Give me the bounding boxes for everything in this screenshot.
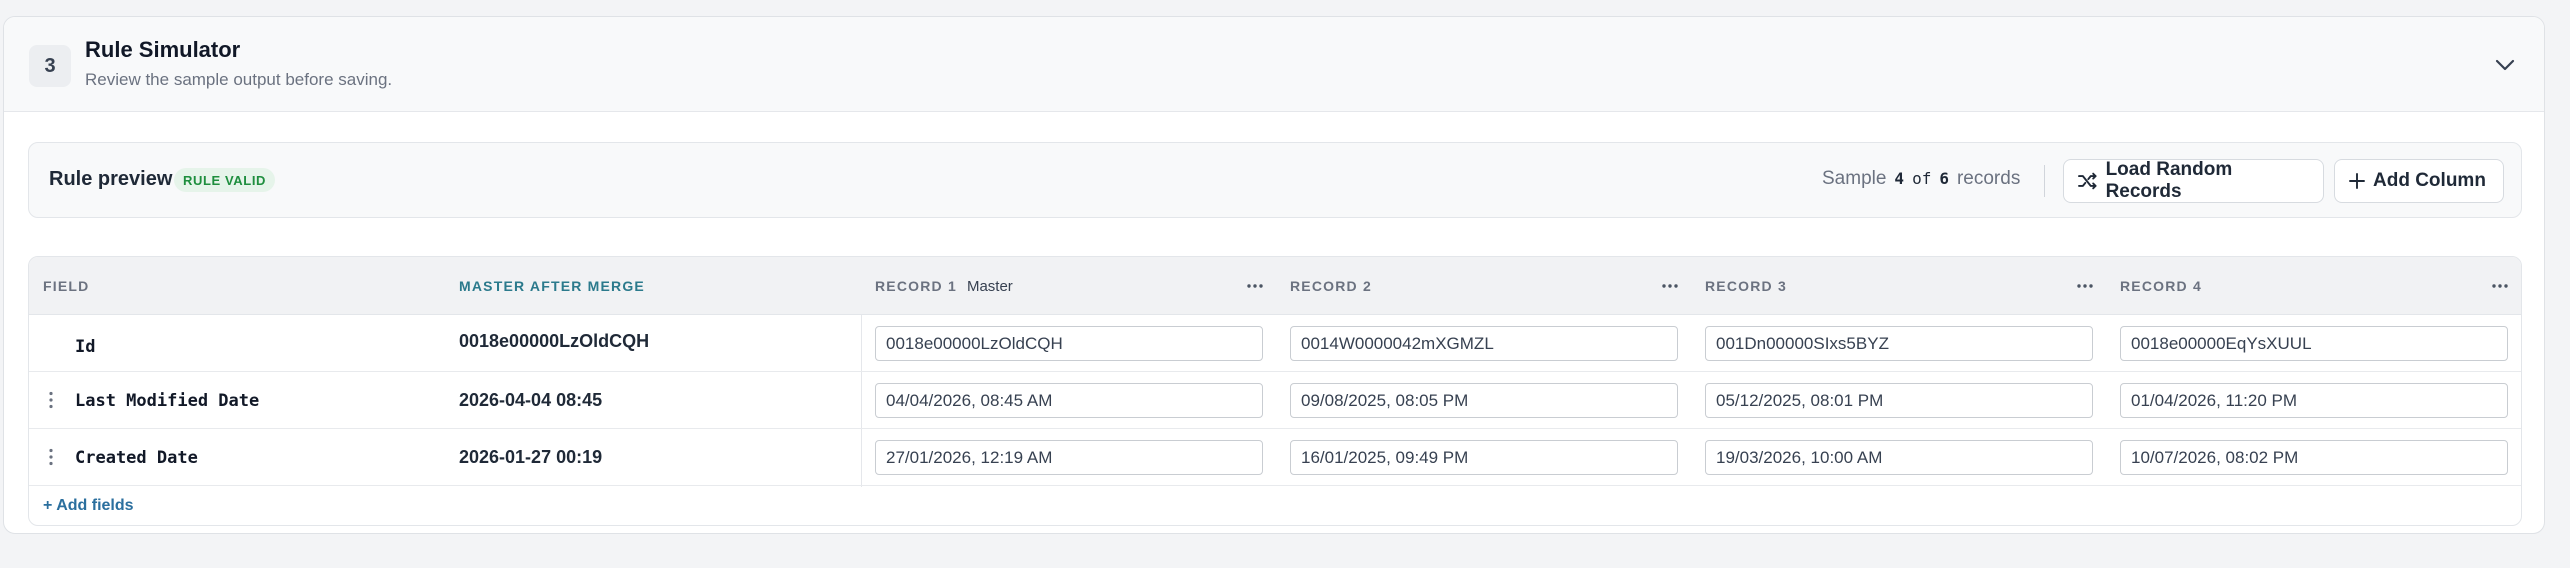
master-merge-value: 2026-01-27 00:19 <box>459 447 603 467</box>
section-title: Rule Simulator <box>85 37 241 62</box>
header-master-after-merge: MASTER AFTER MERGE <box>459 278 645 294</box>
record-1-value-input[interactable] <box>875 383 1263 418</box>
record-4-value-input[interactable] <box>2120 383 2508 418</box>
header-record-1: RECORD 1 Master <box>875 257 1013 315</box>
more-horizontal-icon <box>2492 284 2508 288</box>
plus-icon <box>2349 173 2365 189</box>
sample-current: 4 <box>1894 169 1905 188</box>
load-random-records-button[interactable]: Load Random Records <box>2063 159 2324 203</box>
field-name: Id <box>75 336 96 357</box>
add-fields-link[interactable]: + Add fields <box>43 497 134 515</box>
header-record-1-label: RECORD 1 <box>875 278 957 294</box>
record-3-value-input[interactable] <box>1705 440 2093 475</box>
record-2-value-input[interactable] <box>1290 326 1678 361</box>
record-1-value-input[interactable] <box>875 440 1263 475</box>
drag-vertical-icon <box>49 391 53 409</box>
record-2-menu-button[interactable] <box>1655 271 1685 301</box>
load-random-records-label: Load Random Records <box>2105 159 2233 202</box>
record-4-value-input[interactable] <box>2120 326 2508 361</box>
record-3-menu-button[interactable] <box>2070 271 2100 301</box>
rule-preview-title: Rule preview <box>49 168 173 190</box>
section-subtitle: Review the sample output before saving. <box>85 70 393 89</box>
shuffle-icon <box>2078 172 2097 190</box>
collapse-section-button[interactable] <box>2488 48 2522 82</box>
record-2-value-input[interactable] <box>1290 440 1678 475</box>
sample-prefix: Sample <box>1822 168 1887 189</box>
header-field: FIELD <box>43 278 90 294</box>
record-2-value-input[interactable] <box>1290 383 1678 418</box>
record-4-menu-button[interactable] <box>2485 271 2515 301</box>
table-row: Id 0018e00000LzOldCQH <box>29 315 2521 372</box>
record-3-value-input[interactable] <box>1705 326 2093 361</box>
rule-preview-bar: Rule preview RULE VALID Sample 4 of 6 re… <box>28 142 2522 218</box>
field-name: Created Date <box>75 447 198 468</box>
sample-suffix: records <box>1956 168 2021 189</box>
master-merge-value: 0018e00000LzOldCQH <box>459 331 650 351</box>
toolbar-divider <box>2044 165 2045 197</box>
sample-total: 6 <box>1939 169 1949 188</box>
field-name: Last Modified Date <box>75 390 260 411</box>
table-header: FIELD MASTER AFTER MERGE RECORD 1 Master… <box>29 257 2521 315</box>
sample-of: of <box>1912 169 1932 188</box>
record-3-value-input[interactable] <box>1705 383 2093 418</box>
master-merge-value: 2026-04-04 08:45 <box>459 390 603 410</box>
table-row: Last Modified Date 2026-04-04 08:45 <box>29 372 2521 429</box>
add-column-label: Add Column <box>2373 170 2486 191</box>
drag-vertical-icon <box>49 448 53 466</box>
row-drag-handle[interactable] <box>43 388 59 412</box>
chevron-down-icon <box>2495 59 2515 71</box>
table-row: Created Date 2026-01-27 00:19 <box>29 429 2521 486</box>
record-1-value-input[interactable] <box>875 326 1263 361</box>
more-horizontal-icon <box>1247 284 1263 288</box>
sample-counter: Sample 4 of 6 records <box>1822 168 2020 190</box>
record-4-value-input[interactable] <box>2120 440 2508 475</box>
step-number-badge: 3 <box>29 45 71 87</box>
rule-simulator-panel: 3 Rule Simulator Review the sample outpu… <box>3 16 2545 534</box>
header-record-4: RECORD 4 <box>2120 278 2202 294</box>
row-drag-handle[interactable] <box>43 445 59 469</box>
add-column-button[interactable]: Add Column <box>2334 159 2504 203</box>
header-record-3: RECORD 3 <box>1705 278 1787 294</box>
master-tag: Master <box>966 277 1013 295</box>
record-1-menu-button[interactable] <box>1240 271 1270 301</box>
rule-valid-badge: RULE VALID <box>174 168 276 192</box>
more-horizontal-icon <box>2077 284 2093 288</box>
header-record-2: RECORD 2 <box>1290 278 1372 294</box>
section-header: 3 Rule Simulator Review the sample outpu… <box>4 17 2544 112</box>
more-horizontal-icon <box>1662 284 1678 288</box>
simulation-table: FIELD MASTER AFTER MERGE RECORD 1 Master… <box>28 256 2522 526</box>
